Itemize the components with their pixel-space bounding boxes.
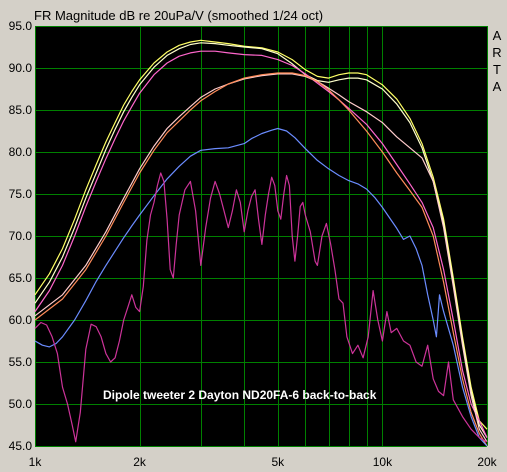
y-tick-label: 55.0 xyxy=(9,355,33,369)
brand-letter: A xyxy=(493,28,502,43)
y-tick-label: 60.0 xyxy=(9,313,33,327)
x-tick-label: 1k xyxy=(29,455,43,469)
chart-annotation: Dipole tweeter 2 Dayton ND20FA-6 back-to… xyxy=(103,388,377,402)
x-tick-label: 5k xyxy=(271,455,285,469)
x-tick-label: 20k xyxy=(477,455,497,469)
y-tick-label: 85.0 xyxy=(9,103,33,117)
brand-letter: R xyxy=(492,45,501,60)
x-tick-labels: 1k 2k 5k 10k 20k xyxy=(29,455,498,469)
y-tick-label: 50.0 xyxy=(9,397,33,411)
arta-brand: ARTA xyxy=(492,28,501,94)
brand-letter: T xyxy=(493,62,501,77)
y-tick-label: 90.0 xyxy=(9,61,33,75)
x-tick-label: 10k xyxy=(373,455,393,469)
chart-title: FR Magnitude dB re 20uPa/V (smoothed 1/2… xyxy=(34,8,323,23)
y-tick-label: 75.0 xyxy=(9,187,33,201)
y-tick-label: 45.0 xyxy=(9,439,33,453)
y-tick-labels: 95.0 90.0 85.0 80.0 75.0 70.0 65.0 60.0 55.0 50.0… xyxy=(9,19,33,453)
y-tick-label: 65.0 xyxy=(9,271,33,285)
y-tick-label: 70.0 xyxy=(9,229,33,243)
y-tick-label: 80.0 xyxy=(9,145,33,159)
arta-chart-window: FR Magnitude dB re 20uPa/V (smoothed 1/2… xyxy=(0,0,507,472)
x-tick-label: 2k xyxy=(133,455,147,469)
frequency-response-chart: FR Magnitude dB re 20uPa/V (smoothed 1/2… xyxy=(9,8,502,469)
brand-letter: A xyxy=(493,79,502,94)
y-tick-label: 95.0 xyxy=(9,19,33,33)
